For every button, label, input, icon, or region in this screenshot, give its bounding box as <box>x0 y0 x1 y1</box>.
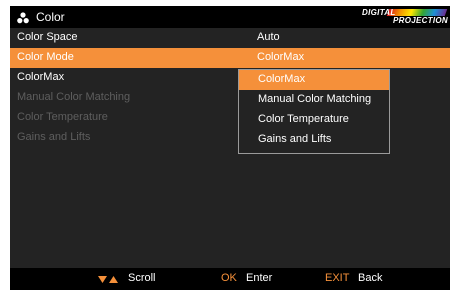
menu-item-label: Color Temperature <box>17 111 108 123</box>
menu-item-label: Gains and Lifts <box>17 131 91 143</box>
color-menu-osd: Color DIGITAL PROJECTION Color Space Aut… <box>10 6 450 290</box>
up-down-arrows-icon <box>98 276 118 283</box>
menu-item-label: ColorMax <box>17 71 65 83</box>
page-title: Color <box>36 10 65 24</box>
back-hint: Back <box>358 272 383 284</box>
menu-item-color-mode[interactable]: Color Mode ColorMax <box>10 48 450 68</box>
color-dots-icon <box>17 12 29 24</box>
ok-key: OK <box>221 272 237 284</box>
footer-key-hints: Scroll OK Enter EXIT Back <box>10 268 450 290</box>
menu-item-value: Auto <box>257 31 280 43</box>
exit-key: EXIT <box>325 272 350 284</box>
enter-hint: Enter <box>246 272 273 284</box>
dropdown-option-manual-color-matching[interactable]: Manual Color Matching <box>239 90 389 110</box>
menu-item-label: Color Mode <box>17 51 74 63</box>
menu-item-color-space[interactable]: Color Space Auto <box>10 28 450 48</box>
title-bar: Color DIGITAL PROJECTION <box>10 6 450 28</box>
menu-item-value: ColorMax <box>257 51 305 63</box>
digital-projection-logo: DIGITAL PROJECTION <box>362 8 448 25</box>
dropdown-option-gains-and-lifts[interactable]: Gains and Lifts <box>239 130 389 150</box>
menu-item-label: Manual Color Matching <box>17 91 131 103</box>
dropdown-option-colormax[interactable]: ColorMax <box>239 70 389 90</box>
dropdown-option-color-temperature[interactable]: Color Temperature <box>239 110 389 130</box>
color-mode-dropdown[interactable]: ColorMax Manual Color Matching Color Tem… <box>238 69 390 154</box>
scroll-hint: Scroll <box>128 272 156 284</box>
menu-item-label: Color Space <box>17 31 78 43</box>
